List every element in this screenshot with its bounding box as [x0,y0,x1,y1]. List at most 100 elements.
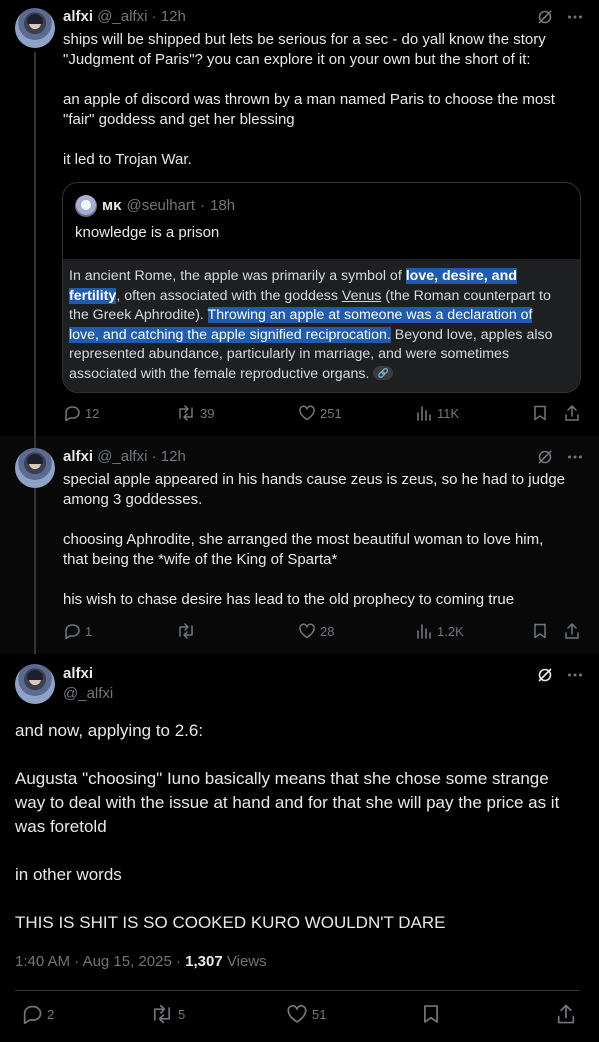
repost-icon [176,622,196,640]
like-icon [298,404,316,422]
views-icon [415,404,433,422]
author-name[interactable]: alfxi [63,664,93,684]
grok-icon[interactable] [536,666,554,684]
quote-text: knowledge is a prison [75,224,220,241]
views-icon [415,622,433,640]
separator: · [151,8,157,25]
tweet-text: and now, applying to 2.6: Augusta "choos… [15,719,585,935]
link-icon: 🔗 [373,365,394,380]
author-name[interactable]: alfxi [63,8,93,25]
more-icon[interactable] [566,666,584,684]
more-icon[interactable] [566,448,584,466]
action-bar: 2 5 51 [15,1003,585,1025]
repost-count: 5 [178,1006,186,1022]
reply-button[interactable]: 12 [63,404,99,422]
text-line [63,130,588,150]
reply-count: 1 [85,623,93,639]
tweet-top-icons [536,8,584,26]
text-line: way to deal with the issue at hand and f… [15,793,560,812]
thread-line [34,488,36,654]
views-button[interactable]: 11K [415,404,459,422]
reply-icon [21,1003,43,1025]
repost-button[interactable]: 5 [150,1003,185,1025]
tweet-timestamp: 1:40 AM · Aug 15, 2025 · 1,307 Views [15,952,267,972]
text-line: and now, applying to 2.6: [15,721,204,740]
like-icon [298,622,316,640]
separator: · [151,448,157,465]
tweet-top-icons [536,448,584,466]
grok-icon[interactable] [536,8,554,26]
tweet-header: alfxi @_alfxi · 12h [63,447,186,467]
views-button[interactable]: 1.2K [415,622,464,640]
media-text: represented abundance, particularly in m… [69,346,510,362]
text-line: special apple appeared in his hands caus… [63,471,566,488]
author-name[interactable]: alfxi [63,448,93,465]
tweet-time[interactable]: 12h [161,448,186,465]
author-handle[interactable]: @_alfxi [63,684,113,704]
grok-icon[interactable] [536,448,554,466]
bookmark-button[interactable] [531,622,549,640]
media-text: , often associated with the goddess [116,287,342,304]
author-handle[interactable]: @_alfxi [97,8,147,25]
bookmark-icon [531,622,549,640]
quote-media-screenshot[interactable]: In ancient Rome, the apple was primarily… [63,259,580,392]
repost-count: 39 [200,405,215,421]
tweet-top-icons [536,666,584,684]
share-button[interactable] [563,622,581,640]
tweet-1[interactable]: alfxi @_alfxi · 12h ships will be shippe… [0,0,599,436]
share-button[interactable] [563,404,581,422]
text-line [15,743,585,767]
like-count: 28 [320,623,335,639]
text-line: that being the *wife of the King of Spar… [63,551,338,568]
text-line: it led to Trojan War. [63,151,192,168]
tweet-2[interactable]: alfxi @_alfxi · 12h special apple appear… [0,436,599,654]
separator: · [175,953,181,970]
views-count: 11K [437,405,460,421]
media-text: Beyond love, apples also [390,326,553,343]
post-time[interactable]: 1:40 AM [15,953,70,970]
bookmark-button[interactable] [420,1003,442,1025]
share-icon [563,622,581,640]
avatar[interactable] [15,448,55,488]
separator: · [200,197,206,214]
author-handle[interactable]: @_alfxi [97,448,147,465]
quote-tweet[interactable]: мκ @seulhart · 18h knowledge is a prison… [62,182,581,393]
separator: · [74,953,80,970]
views-count: 1,307 [185,953,223,970]
thread-line [34,52,36,436]
like-button[interactable]: 51 [286,1003,326,1025]
text-line: "Judgment of Paris"? you can explore it … [63,51,531,68]
like-count: 51 [312,1006,327,1022]
reply-button[interactable]: 2 [21,1003,54,1025]
thread-line [34,436,36,448]
text-line: was foretold [15,817,107,836]
repost-button[interactable] [176,622,200,640]
action-bar: 12 39 251 11K [63,404,583,424]
text-line: ships will be shipped but lets be seriou… [63,31,546,48]
text-line: THIS IS SHIT IS SO COOKED KURO WOULDN'T … [15,913,446,932]
text-line: an apple of discord was thrown by a man … [63,91,555,108]
text-line [63,570,588,590]
media-text: (the Roman counterpart to [381,287,551,304]
text-line [15,887,585,911]
share-icon [563,404,581,422]
bookmark-button[interactable] [531,404,549,422]
reply-icon [63,622,81,640]
quote-author-handle: @seulhart [126,197,196,214]
tweet-header: alfxi @_alfxi · 12h [63,7,186,27]
like-button[interactable]: 28 [298,622,334,640]
repost-button[interactable]: 39 [176,404,214,422]
like-count: 251 [320,405,342,421]
media-link-text: Venus [341,287,382,304]
avatar[interactable] [15,8,55,48]
reply-button[interactable]: 1 [63,622,92,640]
post-date[interactable]: Aug 15, 2025 [83,953,172,970]
avatar[interactable] [15,664,55,704]
like-button[interactable]: 251 [298,404,342,422]
tweet-text: ships will be shipped but lets be seriou… [63,30,588,170]
reply-count: 12 [85,405,100,421]
share-button[interactable] [555,1003,577,1025]
more-icon[interactable] [566,8,584,26]
tweet-time[interactable]: 12h [161,8,186,25]
quote-avatar[interactable] [75,195,97,217]
